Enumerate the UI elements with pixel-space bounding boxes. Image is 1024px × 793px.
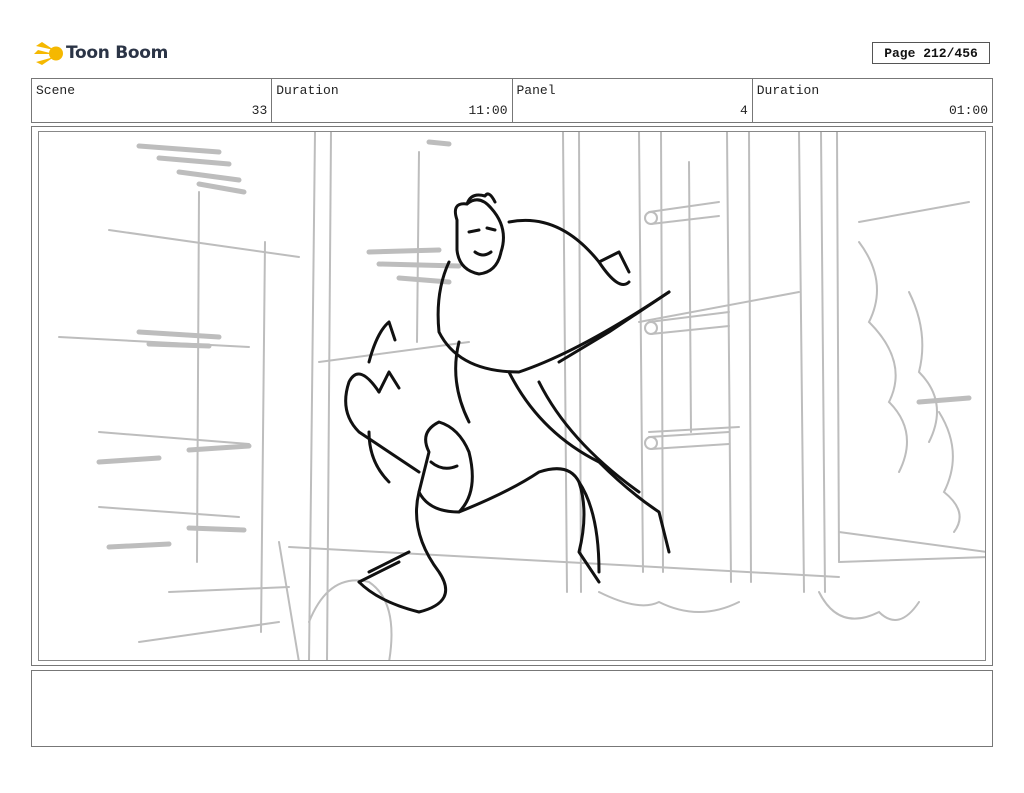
page-indicator: Page 212/456 bbox=[872, 42, 990, 64]
toon-boom-logo: Toon Boom bbox=[34, 38, 168, 70]
notes-box bbox=[31, 670, 993, 747]
panel-duration-label: Duration bbox=[756, 83, 820, 98]
scene-duration-value: 11:00 bbox=[468, 103, 508, 118]
sketch-drawing bbox=[58, 132, 985, 660]
scene-label: Scene bbox=[36, 83, 76, 98]
scene-duration-cell: Duration 11:00 bbox=[272, 79, 513, 122]
scene-value: 33 bbox=[251, 103, 268, 118]
comet-icon bbox=[34, 42, 63, 65]
panel-label: Panel bbox=[516, 83, 556, 98]
panel-duration-value: 01:00 bbox=[948, 103, 988, 118]
panel-value: 4 bbox=[739, 103, 748, 118]
panel-cell: Panel 4 bbox=[513, 79, 753, 122]
panel-info-row: Scene 33 Duration 11:00 Panel 4 Duration… bbox=[31, 78, 993, 123]
scene-duration-label: Duration bbox=[276, 83, 339, 98]
scene-cell: Scene 33 bbox=[32, 79, 273, 122]
brand-name: Toon Boom bbox=[66, 43, 169, 63]
panel-duration-cell: Duration 01:00 bbox=[753, 79, 992, 122]
storyboard-panel-image bbox=[38, 131, 986, 661]
